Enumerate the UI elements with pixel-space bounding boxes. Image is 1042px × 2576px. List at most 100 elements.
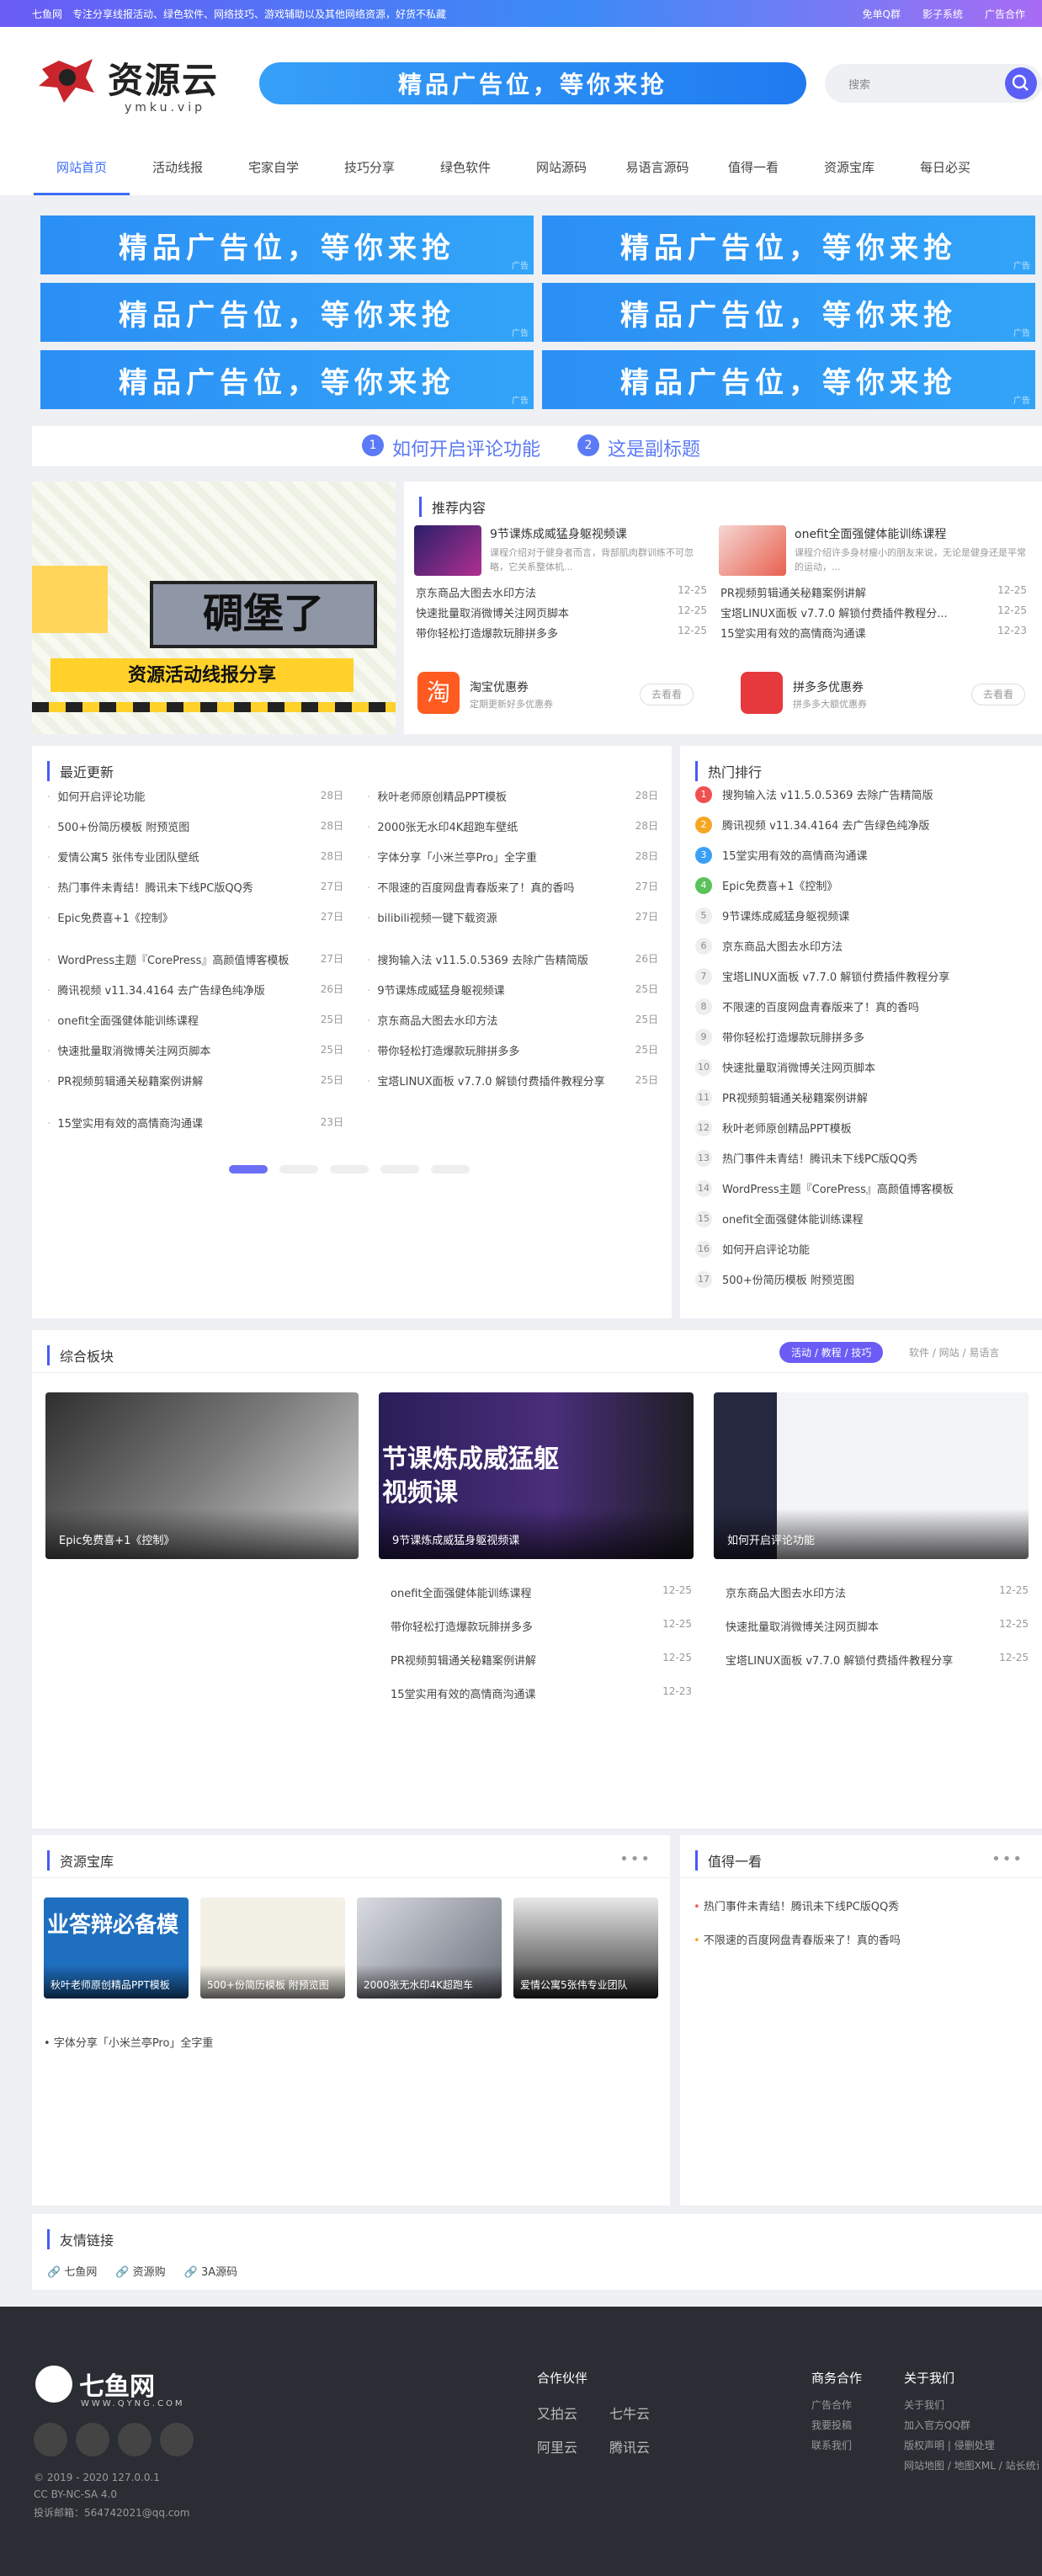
partner-aliyun[interactable]: 阿里云 bbox=[537, 2436, 577, 2456]
ad-banner-6[interactable]: 精品广告位，等你来抢 广告 bbox=[542, 350, 1035, 409]
hot-row[interactable]: 9 带你轻松打造爆款玩腓拼多多 bbox=[695, 1029, 1032, 1046]
subtitle-link-1[interactable]: 如何开启评论功能 bbox=[392, 434, 540, 461]
combo-card-2[interactable]: 节课炼成威猛躯视频课 9节课炼成威猛身躯视频课 bbox=[379, 1392, 694, 1559]
treasure-thumb-1[interactable]: 业答辩必备模 秋叶老师原创精品PPT模板 bbox=[44, 1897, 189, 1999]
combo-row[interactable]: 15堂实用有效的高情商沟通课 12-23 bbox=[391, 1685, 692, 1701]
latest-row[interactable]: · 爱情公寓5 张伟专业团队壁纸 28日 bbox=[47, 849, 343, 865]
partner-tencent-cloud[interactable]: 腾讯云 bbox=[609, 2436, 650, 2456]
combo-row[interactable]: 宝塔LINUX面板 v7.7.0 解锁付费插件教程分享 12-25 bbox=[726, 1652, 1029, 1668]
combo-tab-active[interactable]: 活动 / 教程 / 技巧 bbox=[779, 1342, 884, 1363]
latest-row[interactable]: · bilibili视频一键下载资源 27日 bbox=[367, 909, 658, 925]
topbar-link-qq-group[interactable]: 免单Q群 bbox=[863, 7, 901, 21]
combo-card-3[interactable]: 如何开启评论功能 bbox=[714, 1392, 1029, 1559]
footer-biz-link[interactable]: 广告合作 bbox=[811, 2398, 852, 2412]
nav-software[interactable]: 绿色软件 bbox=[417, 145, 513, 195]
search-input[interactable]: 搜索 bbox=[848, 76, 870, 92]
nav-treasure[interactable]: 资源宝库 bbox=[801, 145, 897, 195]
hot-row[interactable]: 8 不限速的百度网盘青春版来了！真的香吗 bbox=[695, 998, 1032, 1015]
ad-banner-3[interactable]: 精品广告位，等你来抢 广告 bbox=[40, 283, 534, 342]
latest-row[interactable]: · 9节课炼成威猛身躯视频课 25日 bbox=[367, 982, 658, 998]
treasure-thumb-3[interactable]: 2000张无水印4K超跑车 bbox=[357, 1897, 502, 1999]
latest-row[interactable]: · 宝塔LINUX面板 v7.7.0 解锁付费插件教程分享 25日 bbox=[367, 1072, 658, 1088]
treasure-thumb-2[interactable]: 500+份简历模板 附预览图 bbox=[200, 1897, 345, 1999]
partner-qiniu[interactable]: 七牛云 bbox=[609, 2403, 650, 2423]
worth-row[interactable]: • 不限速的百度网盘青春版来了！真的香吗 bbox=[694, 1931, 901, 1947]
topbar-link-shadow-system[interactable]: 影子系统 bbox=[922, 7, 963, 21]
combo-row[interactable]: onefit全面强健体能训练课程 12-25 bbox=[391, 1584, 692, 1600]
friend-link[interactable]: 🔗 3A源码 bbox=[184, 2263, 238, 2279]
hot-row[interactable]: 3 15堂实用有效的高情商沟通课 bbox=[695, 847, 1032, 864]
more-icon[interactable]: ••• bbox=[991, 1850, 1023, 1868]
recommend-row[interactable]: PR视频剪辑通关秘籍案例讲解 12-25 bbox=[720, 584, 1027, 600]
topbar-link-ad[interactable]: 广告合作 bbox=[985, 7, 1025, 21]
latest-row[interactable]: · 快速批量取消微博关注网页脚本 25日 bbox=[47, 1042, 343, 1058]
hot-row[interactable]: 6 京东商品大图去水印方法 bbox=[695, 938, 1032, 955]
latest-row[interactable]: · 京东商品大图去水印方法 25日 bbox=[367, 1012, 658, 1028]
nav-activities[interactable]: 活动线报 bbox=[130, 145, 226, 195]
rss-icon[interactable] bbox=[34, 2423, 67, 2456]
recommend-feature-1-title[interactable]: 9节课炼成威猛身躯视频课 bbox=[490, 525, 627, 542]
footer-email[interactable]: 投诉邮箱：564742021@qq.com bbox=[34, 2505, 189, 2520]
footer-about-link[interactable]: 版权声明 | 侵删处理 bbox=[904, 2438, 995, 2452]
recommend-row[interactable]: 宝塔LINUX面板 v7.7.0 解锁付费插件教程分... 12-25 bbox=[720, 604, 1027, 620]
footer-biz-link[interactable]: 联系我们 bbox=[811, 2438, 852, 2452]
footer-license[interactable]: CC BY-NC-SA 4.0 bbox=[34, 2488, 117, 2500]
latest-row[interactable]: · 不限速的百度网盘青春版来了！真的香吗 27日 bbox=[367, 879, 658, 895]
latest-row[interactable]: · 带你轻松打造爆款玩腓拼多多 25日 bbox=[367, 1042, 658, 1058]
coupon-2-button[interactable]: 去看看 bbox=[971, 684, 1025, 705]
latest-row[interactable]: · Epic免费喜+1《控制》 27日 bbox=[47, 909, 343, 925]
combo-row[interactable]: 快速批量取消微博关注网页脚本 12-25 bbox=[726, 1618, 1029, 1634]
qq-icon[interactable] bbox=[160, 2423, 194, 2456]
nav-e-source[interactable]: 易语言源码 bbox=[609, 145, 705, 195]
subtitle-link-2[interactable]: 这是副标题 bbox=[608, 434, 700, 461]
pagination-dot[interactable] bbox=[330, 1165, 369, 1174]
recommend-row[interactable]: 京东商品大图去水印方法 12-25 bbox=[416, 584, 707, 600]
footer-about-link[interactable]: 关于我们 bbox=[904, 2398, 944, 2412]
footer-about-link[interactable]: 网站地图 / 地图XML / 站长统计 bbox=[904, 2458, 1039, 2472]
hot-row[interactable]: 13 热门事件未青结！腾讯未下线PC版QQ秀 bbox=[695, 1150, 1032, 1167]
coupon-1-button[interactable]: 去看看 bbox=[640, 684, 694, 705]
pagination-dot-active[interactable] bbox=[229, 1165, 268, 1174]
combo-row[interactable]: 京东商品大图去水印方法 12-25 bbox=[726, 1584, 1029, 1600]
latest-row[interactable]: · PR视频剪辑通关秘籍案例讲解 25日 bbox=[47, 1072, 343, 1088]
friend-link[interactable]: 🔗 七鱼网 bbox=[47, 2263, 97, 2279]
more-icon[interactable]: ••• bbox=[619, 1850, 651, 1868]
hot-row[interactable]: 2 腾讯视频 v11.34.4164 去广告绿色纯净版 bbox=[695, 817, 1032, 833]
hot-row[interactable]: 14 WordPress主题『CorePress』高颜值博客模板 bbox=[695, 1180, 1032, 1197]
latest-row[interactable]: · 字体分享「小米兰亭Pro」全字重 28日 bbox=[367, 849, 658, 865]
footer-logo[interactable]: 七鱼网 bbox=[79, 2366, 155, 2403]
latest-row[interactable]: · WordPress主题『CorePress』高颜值博客模板 27日 bbox=[47, 951, 343, 967]
footer-about-link[interactable]: 加入官方QQ群 bbox=[904, 2418, 970, 2432]
search-box[interactable]: 搜索 bbox=[825, 64, 1042, 103]
treasure-thumb-4[interactable]: 爱情公寓5张伟专业团队 bbox=[513, 1897, 658, 1999]
pagination-dot[interactable] bbox=[380, 1165, 419, 1174]
hot-row[interactable]: 16 如何开启评论功能 bbox=[695, 1241, 1032, 1258]
hero-slide-image[interactable]: 碉堡了 资源活动线报分享 bbox=[32, 482, 396, 734]
hot-row[interactable]: 10 快速批量取消微博关注网页脚本 bbox=[695, 1059, 1032, 1076]
latest-row[interactable]: · 秋叶老师原创精品PPT模板 28日 bbox=[367, 788, 658, 804]
recommend-row[interactable]: 15堂实用有效的高情商沟通课 12-23 bbox=[720, 625, 1027, 641]
latest-row[interactable]: · 搜狗输入法 v11.5.0.5369 去除广告精简版 26日 bbox=[367, 951, 658, 967]
ad-banner-4[interactable]: 精品广告位，等你来抢 广告 bbox=[542, 283, 1035, 342]
nav-daily-buy[interactable]: 每日必买 bbox=[897, 145, 993, 195]
nav-home[interactable]: 网站首页 bbox=[34, 145, 130, 195]
weibo-icon[interactable] bbox=[118, 2423, 152, 2456]
recommend-row[interactable]: 快速批量取消微博关注网页脚本 12-25 bbox=[416, 604, 707, 620]
ad-banner-1[interactable]: 精品广告位，等你来抢 广告 bbox=[40, 216, 534, 274]
combo-row[interactable]: PR视频剪辑通关秘籍案例讲解 12-25 bbox=[391, 1652, 692, 1668]
friend-link[interactable]: 🔗 资源购 bbox=[115, 2263, 165, 2279]
hot-row[interactable]: 15 onefit全面强健体能训练课程 bbox=[695, 1211, 1032, 1227]
star-icon[interactable] bbox=[76, 2423, 109, 2456]
recommend-thumb-1[interactable] bbox=[414, 525, 481, 576]
site-logo[interactable]: 资源云 ymku.vip bbox=[34, 49, 236, 125]
latest-row[interactable]: · 腾讯视频 v11.34.4164 去广告绿色纯净版 26日 bbox=[47, 982, 343, 998]
nav-tips[interactable]: 技巧分享 bbox=[322, 145, 417, 195]
treasure-row[interactable]: • 字体分享「小米兰亭Pro」全字重 bbox=[44, 2034, 213, 2050]
recommend-thumb-2[interactable] bbox=[719, 525, 786, 576]
combo-tab-other[interactable]: 软件 / 网站 / 易语言 bbox=[909, 1345, 999, 1360]
coupon-1-title[interactable]: 淘宝优惠券 bbox=[470, 679, 529, 695]
coupon-2-title[interactable]: 拼多多优惠券 bbox=[793, 679, 864, 695]
ad-banner-5[interactable]: 精品广告位，等你来抢 广告 bbox=[40, 350, 534, 409]
hot-row[interactable]: 12 秋叶老师原创精品PPT模板 bbox=[695, 1120, 1032, 1136]
latest-row[interactable]: · 15堂实用有效的高情商沟通课 23日 bbox=[47, 1115, 343, 1131]
